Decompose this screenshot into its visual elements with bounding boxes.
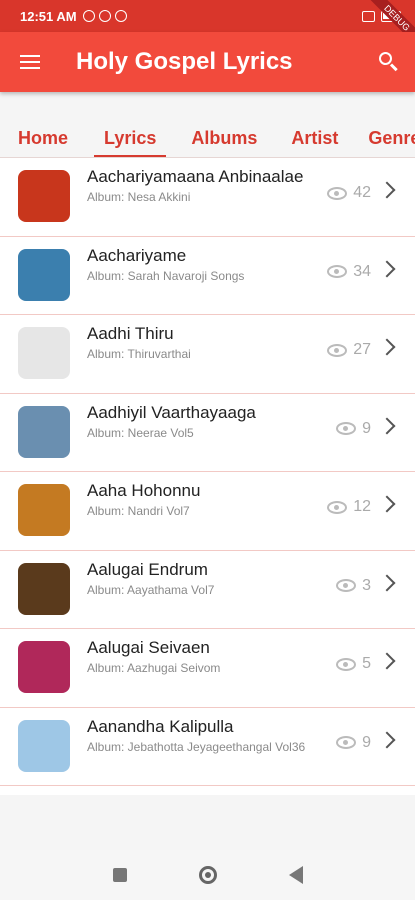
chevron-right-icon[interactable] [378, 731, 396, 748]
view-count: 34 [327, 263, 371, 281]
song-album: Album: Sarah Navaroji Songs [87, 268, 245, 283]
view-count: 9 [336, 420, 371, 438]
song-row[interactable]: Aachariyame Album: Sarah Navaroji Songs 34 [0, 236, 415, 315]
song-text: Aachariyamaana Anbinaalae Album: Nesa Akk… [87, 166, 317, 204]
view-count-value: 3 [362, 576, 371, 594]
whatsapp-icon [98, 10, 111, 22]
eye-icon [327, 343, 348, 357]
tab-genre[interactable]: Genre [368, 118, 415, 157]
eye-icon [327, 265, 348, 278]
status-time: 12:51 AM [20, 8, 77, 24]
song-text: Aaha Hohonnu Album: Nandri Vol7 [87, 480, 317, 518]
song-album: Album: Aayathama Vol7 [87, 582, 215, 597]
chevron-right-icon[interactable] [378, 495, 396, 513]
song-title: Aalugai Endrum [87, 559, 208, 579]
song-title: Aadhiyil Vaarthayaaga [87, 402, 256, 422]
song-title: Aachariyame [87, 245, 187, 265]
song-row[interactable]: Aachariyamaana Anbinaalae Album: Nesa Akk… [0, 158, 415, 237]
view-count-value: 12 [353, 498, 371, 515]
song-album: Album: Nandri Vol7 [87, 504, 190, 518]
view-count: 27 [327, 341, 371, 359]
song-row[interactable]: Aadhiyil Vaarthayaaga Album: Neerae Vol5 9 [0, 393, 415, 472]
home-button[interactable] [198, 866, 217, 884]
song-title: Aalugai Seivaen [87, 638, 210, 657]
song-row[interactable]: Aaha Hohonnu Album: Nandri Vol7 12 [0, 472, 415, 551]
view-count-value: 42 [353, 184, 371, 201]
song-list: Aachariyamaana Anbinaalae Album: Nesa Akk… [0, 158, 415, 795]
eye-icon [336, 736, 357, 749]
song-text: Aalugai Seivaen Album: Aazhugai Seivom [87, 637, 317, 675]
album-thumbnail [18, 719, 70, 772]
signal-icon [362, 10, 375, 22]
eye-icon [327, 500, 348, 514]
chevron-right-icon[interactable] [378, 260, 396, 277]
view-count-value: 9 [362, 733, 371, 751]
album-thumbnail [18, 641, 70, 693]
view-count-value: 34 [353, 262, 371, 280]
app-bar: Holy Gospel Lyrics [0, 32, 415, 92]
eye-icon [336, 579, 357, 592]
song-row[interactable]: Aanandha Kalipulla Album: Jebathotta Jeya… [0, 707, 415, 786]
view-count: 42 [327, 184, 371, 202]
song-row[interactable]: Aadhi Thiru Album: Thiruvarthai 27 [0, 315, 415, 394]
song-text: Aachariyame Album: Sarah Navaroji Songs [87, 245, 317, 283]
view-count: 12 [327, 498, 371, 516]
album-thumbnail [18, 405, 70, 458]
album-thumbnail [18, 327, 70, 379]
album-thumbnail [18, 562, 70, 615]
song-text: Aandaandu Kaalam [87, 794, 317, 795]
tab-home[interactable]: Home [18, 118, 68, 157]
tab-artist[interactable]: Artist [291, 118, 338, 157]
song-album: Album: Thiruvarthai [87, 347, 191, 361]
chevron-right-icon[interactable] [378, 417, 396, 434]
view-count: 9 [336, 734, 371, 752]
song-title: Aandaandu Kaalam [87, 794, 317, 795]
back-button[interactable] [288, 866, 303, 884]
tab-albums[interactable]: Albums [191, 118, 257, 157]
view-count-value: 27 [353, 341, 371, 358]
song-row[interactable]: Aalugai Endrum Album: Aayathama Vol7 3 [0, 550, 415, 629]
song-title: Aanandha Kalipulla [87, 716, 234, 736]
song-text: Aadhi Thiru Album: Thiruvarthai [87, 323, 317, 361]
eye-icon [327, 186, 348, 200]
facebook-icon [114, 10, 127, 22]
song-row[interactable]: Aandaandu Kaalam [0, 786, 415, 795]
view-count: 5 [336, 655, 371, 673]
song-title: Aadhi Thiru [87, 324, 174, 343]
app-title: Holy Gospel Lyrics [76, 48, 293, 75]
song-text: Aalugai Endrum Album: Aayathama Vol7 [87, 559, 317, 597]
menu-icon[interactable] [14, 44, 50, 80]
system-nav-bar [0, 850, 415, 900]
song-album: Album: Aazhugai Seivom [87, 661, 221, 675]
album-thumbnail [18, 484, 70, 536]
search-icon[interactable] [377, 50, 401, 74]
song-title: Aaha Hohonnu [87, 481, 201, 500]
recents-button[interactable] [112, 868, 127, 882]
song-album: Album: Neerae Vol5 [87, 425, 194, 440]
song-title: Aachariyamaana Anbinaalae [87, 167, 304, 186]
album-thumbnail [18, 170, 70, 222]
chevron-right-icon[interactable] [378, 652, 396, 670]
song-row[interactable]: Aalugai Seivaen Album: Aazhugai Seivom 5 [0, 629, 415, 708]
view-count: 3 [336, 577, 371, 595]
chevron-right-icon[interactable] [378, 338, 396, 356]
alarm-icon [82, 10, 95, 22]
eye-icon [336, 422, 357, 435]
song-album: Album: Jebathotta Jeyageethangal Vol36 [87, 739, 306, 754]
song-album: Album: Nesa Akkini [87, 190, 191, 204]
status-bar: 12:51 AM DEBUG [0, 0, 415, 51]
chevron-right-icon[interactable] [378, 181, 396, 199]
tab-bar: Home Lyrics Albums Artist Genre [0, 118, 415, 158]
song-text: Aadhiyil Vaarthayaaga Album: Neerae Vol5 [87, 402, 317, 440]
song-text: Aanandha Kalipulla Album: Jebathotta Jeya… [87, 716, 317, 754]
chevron-right-icon[interactable] [378, 574, 396, 591]
album-thumbnail [18, 248, 70, 301]
eye-icon [336, 657, 357, 671]
view-count-value: 5 [362, 655, 371, 672]
tab-lyrics[interactable]: Lyrics [93, 118, 167, 157]
view-count-value: 9 [362, 419, 371, 437]
